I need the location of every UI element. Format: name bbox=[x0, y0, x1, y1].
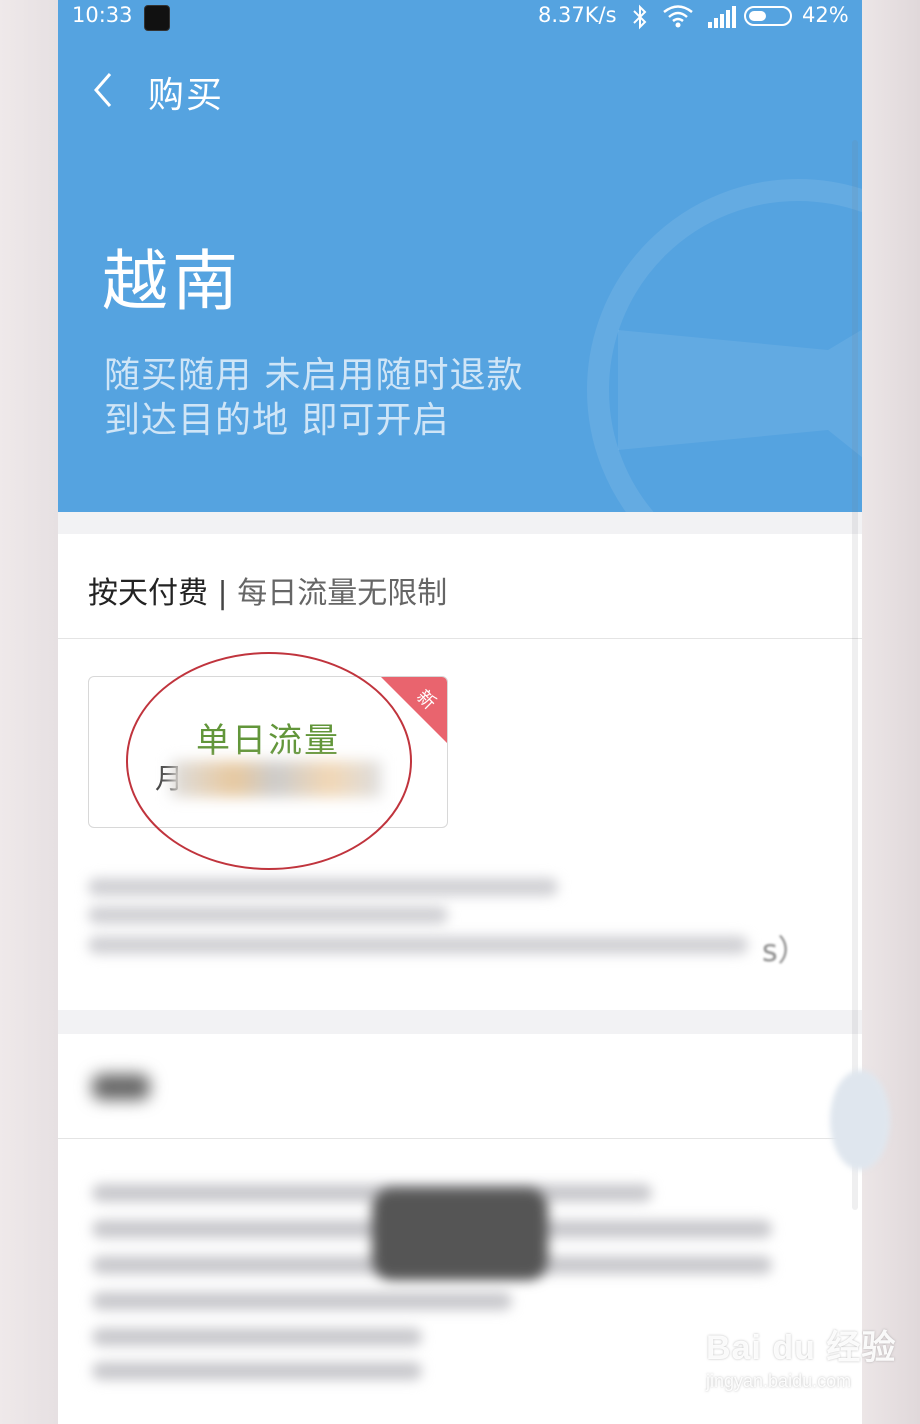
edge-decoration bbox=[830, 1070, 890, 1170]
battery-fill bbox=[749, 11, 766, 21]
chevron-left-icon bbox=[94, 73, 112, 107]
country-title: 越南 bbox=[102, 243, 242, 320]
signal-icon bbox=[708, 6, 736, 28]
section-heading: 按天付费 | 每日流量无限制 bbox=[88, 568, 447, 612]
bluetooth-icon bbox=[633, 4, 647, 30]
notification-app-icon bbox=[144, 5, 170, 31]
battery-icon bbox=[744, 6, 792, 26]
baidu-watermark: Bai du 经验 jingyan.baidu.com bbox=[706, 1320, 896, 1392]
toast-blurred bbox=[372, 1188, 548, 1280]
heading-main: 按天付费 bbox=[88, 576, 208, 611]
section-divider bbox=[58, 638, 862, 639]
back-button[interactable] bbox=[84, 66, 126, 114]
slogan-line-2: 到达目的地 即可开启 bbox=[104, 400, 450, 441]
battery-percent: 42% bbox=[802, 3, 849, 27]
heading-separator: | bbox=[217, 576, 228, 611]
status-time: 10:33 bbox=[72, 3, 133, 27]
info-heading-blurred bbox=[92, 1074, 150, 1100]
background-right bbox=[862, 0, 920, 1424]
description-tail: s） bbox=[762, 934, 808, 969]
wifi-icon bbox=[663, 5, 693, 28]
heading-sub: 每日流量无限制 bbox=[237, 576, 448, 611]
airplane-icon bbox=[587, 179, 862, 512]
hero-header: 购买 越南 随买随用 未启用随时退款 到达目的地 即可开启 bbox=[58, 0, 862, 512]
scrollbar[interactable] bbox=[852, 140, 858, 1210]
watermark-url: jingyan.baidu.com bbox=[706, 1371, 852, 1391]
background-left bbox=[0, 0, 58, 1424]
net-speed: 8.37K/s bbox=[538, 3, 617, 27]
annotation-circle bbox=[126, 652, 412, 870]
watermark-brand: Bai du 经验 bbox=[706, 1329, 897, 1367]
status-bar: 10:33 8.37K/s 42% bbox=[58, 0, 862, 34]
info-divider bbox=[58, 1138, 862, 1139]
nav-title: 购买 bbox=[148, 75, 225, 116]
